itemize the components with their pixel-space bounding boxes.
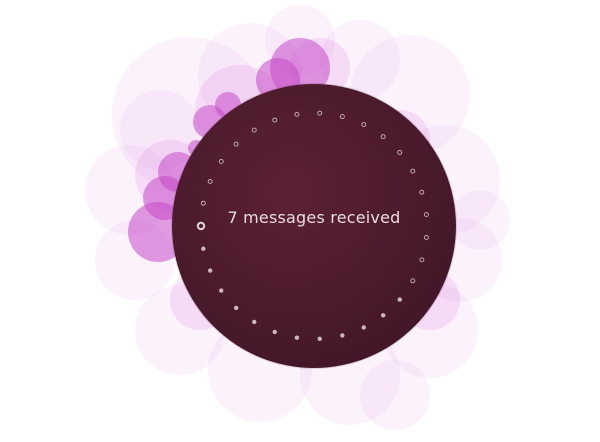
empty-dot bbox=[251, 127, 257, 133]
empty-dot bbox=[200, 200, 206, 206]
filled-dot bbox=[207, 268, 213, 273]
empty-dot bbox=[361, 122, 367, 127]
empty-dot bbox=[339, 114, 345, 120]
filled-dot bbox=[361, 325, 366, 330]
filled-dot bbox=[201, 246, 206, 251]
empty-dot bbox=[419, 189, 425, 195]
filled-dot bbox=[294, 335, 300, 340]
filled-dot bbox=[233, 305, 239, 311]
empty-dot bbox=[317, 110, 323, 116]
filled-dot bbox=[272, 329, 277, 335]
filled-dot bbox=[397, 297, 402, 302]
message-infographic-circle: 7 messages received bbox=[172, 84, 456, 368]
empty-dot bbox=[423, 234, 429, 240]
desktop-background: 7 messages received bbox=[0, 0, 600, 442]
filled-dot bbox=[317, 336, 322, 342]
filled-dot bbox=[380, 313, 386, 318]
empty-dot bbox=[218, 158, 224, 164]
empty-dot bbox=[410, 278, 416, 284]
bubble-decoration bbox=[360, 360, 430, 430]
empty-dot bbox=[207, 178, 213, 184]
empty-dot bbox=[419, 257, 425, 263]
filled-dot bbox=[252, 319, 257, 325]
filled-dot bbox=[219, 288, 224, 293]
empty-dot bbox=[294, 111, 300, 117]
filled-dot bbox=[340, 333, 345, 338]
empty-dot bbox=[410, 168, 416, 174]
bubble-decoration bbox=[450, 190, 510, 250]
empty-dot bbox=[397, 149, 403, 155]
messages-received-label: 7 messages received bbox=[227, 208, 401, 227]
empty-dot bbox=[272, 117, 278, 123]
empty-dot bbox=[233, 141, 239, 147]
empty-dot bbox=[380, 134, 386, 140]
